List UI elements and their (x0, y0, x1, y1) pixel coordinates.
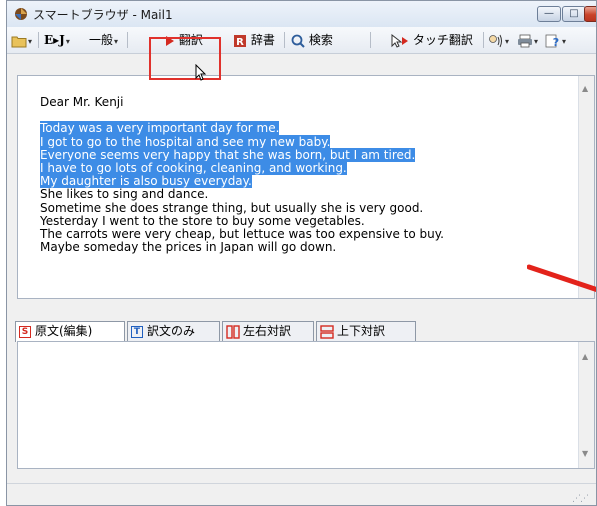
translation-direction-dropdown[interactable]: E▸J▾ (44, 31, 70, 49)
result-scrollbar[interactable]: ▲ ▼ (578, 342, 594, 468)
svg-text:?: ? (553, 36, 559, 48)
text-line-selected: I got to go to the hospital and see my n… (40, 134, 331, 149)
touch-translate-icon (391, 33, 408, 48)
close-button[interactable]: ✕ (584, 6, 596, 22)
window-title: スマートブラウザ - Mail1 (33, 8, 173, 22)
touch-translate-button[interactable]: タッチ翻訳 (391, 31, 473, 49)
text-line: Dear Mr. Kenji (40, 95, 124, 109)
chevron-down-icon: ▾ (505, 37, 510, 46)
help-dropdown[interactable]: ? ▾ (545, 31, 566, 49)
annotation-arrow (527, 264, 596, 292)
status-bar: ⋰⋰ (7, 483, 596, 505)
folder-icon (11, 36, 27, 47)
toolbar-divider (38, 32, 39, 48)
tab-label: 左右対訳 (243, 324, 292, 338)
dictionary-icon: R (234, 34, 246, 48)
text-line: Maybe someday the prices in Japan will g… (40, 240, 337, 255)
dictionary-label: 辞書 (250, 33, 275, 47)
direction-label: E▸J (44, 33, 65, 47)
chevron-down-icon: ▾ (534, 37, 539, 46)
printer-icon (518, 34, 532, 47)
search-label: 検索 (308, 33, 333, 47)
scroll-up-icon[interactable]: ▲ (582, 352, 588, 361)
search-button[interactable]: 検索 (291, 31, 333, 49)
tab-translation-only[interactable]: T 訳文のみ (127, 321, 220, 341)
tab-label: 上下対訳 (337, 324, 386, 338)
toolbar-divider (483, 32, 484, 48)
translation-icon: T (131, 325, 143, 338)
title-bar[interactable]: スマートブラウザ - Mail1 — □ ✕ (7, 1, 596, 28)
print-dropdown[interactable]: ▾ (517, 31, 538, 49)
translation-result-pane[interactable]: ▲ ▼ (17, 341, 595, 469)
scroll-up-icon[interactable]: ▲ (582, 84, 588, 93)
chevron-down-icon: ▾ (114, 37, 119, 46)
touch-translate-label: タッチ翻訳 (412, 33, 473, 47)
open-folder-button[interactable]: ▾ (11, 31, 32, 49)
source-icon: S (19, 325, 31, 338)
tab-side-by-side[interactable]: 左右対訳 (222, 321, 314, 341)
search-icon (291, 34, 305, 48)
toolbar-divider (127, 32, 128, 48)
scroll-down-icon[interactable]: ▼ (582, 449, 588, 458)
minimize-button[interactable]: — (537, 6, 561, 22)
translate-highlight-box (149, 37, 221, 80)
chevron-down-icon: ▾ (28, 37, 33, 46)
mouse-cursor-icon (195, 64, 207, 81)
chevron-down-icon: ▾ (562, 37, 567, 46)
source-text-pane[interactable]: Dear Mr. Kenji Today was a very importan… (17, 75, 595, 299)
tab-source-edit[interactable]: S 原文(編集) (15, 321, 125, 342)
svg-text:R: R (236, 37, 244, 48)
tab-label: 訳文のみ (147, 324, 196, 338)
app-window: スマートブラウザ - Mail1 — □ ✕ ▾ E▸J▾ 一般▾ 翻訳 (6, 0, 597, 506)
side-by-side-icon (226, 324, 240, 339)
toolbar-divider (284, 32, 285, 48)
chevron-down-icon: ▾ (65, 36, 70, 46)
speech-dropdown[interactable]: ▾ (488, 31, 509, 49)
help-icon: ? (545, 34, 559, 49)
toolbar-divider (370, 32, 371, 48)
speech-icon (489, 34, 502, 47)
tab-top-bottom[interactable]: 上下対訳 (316, 321, 416, 341)
text-line-selected: Everyone seems very happy that she was b… (40, 147, 416, 162)
genre-label: 一般 (89, 33, 114, 47)
maximize-button[interactable]: □ (562, 6, 586, 22)
tab-label: 原文(編集) (35, 324, 93, 338)
dictionary-button[interactable]: R 辞書 (233, 31, 275, 49)
app-icon (15, 8, 27, 20)
resize-grip-icon[interactable]: ⋰⋰ (572, 494, 589, 504)
genre-dropdown[interactable]: 一般▾ (89, 31, 118, 49)
text-line-selected: Today was a very important day for me. (40, 121, 280, 136)
toolbar: ▾ E▸J▾ 一般▾ 翻訳 R 辞書 検索 タッチ翻訳 ▾ ▾ ? ▾ (7, 27, 596, 54)
top-bottom-icon (320, 324, 334, 339)
source-text[interactable]: Dear Mr. Kenji Today was a very importan… (40, 95, 444, 255)
